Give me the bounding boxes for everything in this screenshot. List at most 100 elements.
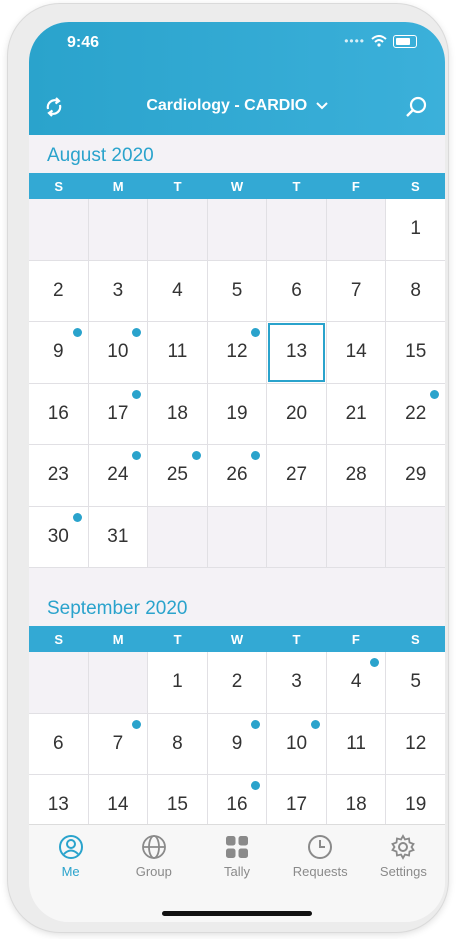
tab-me[interactable]: Me [29, 825, 112, 922]
empty-day-cell [326, 506, 386, 567]
day-number: 6 [291, 279, 302, 301]
day-cell[interactable]: 14 [88, 775, 148, 825]
day-cell[interactable]: 19 [386, 775, 445, 825]
day-cell[interactable]: 7 [326, 260, 386, 321]
clock-icon [307, 834, 333, 860]
event-indicator-dot [251, 719, 261, 729]
search-button[interactable] [401, 92, 431, 122]
day-cell[interactable]: 29 [386, 445, 445, 506]
day-cell[interactable]: 24 [88, 445, 148, 506]
app-header: 9:46 •••• Cardiology - CARDIO [29, 22, 445, 135]
day-cell[interactable]: 12 [386, 713, 445, 774]
month-spacer [29, 568, 445, 588]
day-cell[interactable]: 31 [88, 506, 148, 567]
day-cell[interactable]: 16 [29, 383, 88, 444]
day-cell[interactable]: 8 [386, 260, 445, 321]
day-cell[interactable]: 1 [148, 652, 207, 713]
day-cell[interactable]: 20 [267, 383, 326, 444]
day-cell[interactable]: 2 [207, 652, 267, 713]
day-number: 21 [345, 402, 367, 424]
day-cell[interactable]: 28 [326, 445, 386, 506]
department-selector[interactable]: Cardiology - CARDIO [29, 97, 445, 115]
globe-icon [141, 834, 167, 860]
tab-settings[interactable]: Settings [362, 825, 445, 922]
day-number: 2 [231, 671, 243, 693]
day-cell[interactable]: 25 [148, 445, 207, 506]
empty-day-cell [88, 652, 148, 713]
day-cell[interactable]: 2 [29, 260, 88, 321]
day-cell[interactable]: 16 [207, 775, 267, 825]
day-cell[interactable]: 14 [326, 322, 386, 383]
empty-day-cell [29, 652, 88, 713]
day-cell[interactable]: 26 [207, 445, 267, 506]
day-number: 9 [231, 732, 243, 754]
day-cell[interactable]: 11 [326, 713, 386, 774]
day-cell[interactable]: 23 [29, 445, 88, 506]
day-cell[interactable]: 22 [386, 383, 445, 444]
event-indicator-dot [132, 719, 142, 729]
day-cell[interactable]: 30 [29, 506, 88, 567]
day-number: 13 [47, 794, 69, 816]
weekday-label: S [54, 178, 64, 194]
day-cell[interactable]: 18 [326, 775, 386, 825]
status-icons: •••• [344, 34, 417, 48]
day-number: 17 [107, 402, 129, 424]
month-title: September 2020 [47, 598, 188, 619]
day-cell[interactable]: 12 [207, 322, 267, 383]
tab-label: Me [61, 864, 80, 879]
day-number: 2 [52, 279, 64, 301]
status-time: 9:46 [67, 34, 100, 51]
day-number: 28 [345, 464, 367, 486]
day-cell[interactable]: 15 [386, 322, 445, 383]
day-number: 15 [405, 341, 427, 363]
empty-day-cell [267, 506, 326, 567]
weekday-label: M [112, 178, 124, 194]
chevron-down-icon [315, 102, 328, 110]
day-cell[interactable]: 13 [29, 775, 88, 825]
signal-icon: •••• [344, 34, 365, 48]
day-cell[interactable]: 18 [148, 383, 207, 444]
day-cell[interactable]: 17 [88, 383, 148, 444]
day-cell[interactable]: 11 [148, 322, 207, 383]
weekday-label: T [292, 178, 301, 194]
day-cell[interactable]: 17 [267, 775, 326, 825]
calendar-scroll[interactable]: August 2020 S M T W T F S 1 2 3 4 5 6 7 8 9 10 11 12 13 14 15 1… [29, 135, 445, 825]
day-cell[interactable]: 15 [148, 775, 207, 825]
weekday-label: S [410, 631, 420, 647]
empty-day-cell [326, 199, 386, 260]
day-cell[interactable]: 27 [267, 445, 326, 506]
day-cell[interactable]: 1 [386, 199, 445, 260]
day-cell[interactable]: 3 [267, 652, 326, 713]
day-cell[interactable]: 7 [88, 713, 148, 774]
today-cell[interactable]: 13 [267, 322, 326, 383]
tab-tally[interactable]: Tally [195, 825, 278, 922]
day-number: 26 [226, 464, 248, 486]
weekday-label: T [173, 631, 182, 647]
calendar-grid: 1 2 3 4 5 6 7 8 9 10 11 12 13 14 15 16 17 18 19 [29, 652, 445, 825]
day-number: 14 [345, 341, 367, 363]
day-cell[interactable]: 9 [29, 322, 88, 383]
day-cell[interactable]: 10 [88, 322, 148, 383]
day-cell[interactable]: 4 [326, 652, 386, 713]
day-cell[interactable]: 10 [267, 713, 326, 774]
day-cell[interactable]: 9 [207, 713, 267, 774]
day-cell[interactable]: 21 [326, 383, 386, 444]
weekday-header: SMTWTFS [29, 173, 445, 199]
tab-requests[interactable]: Requests [279, 825, 362, 922]
day-cell[interactable]: 6 [29, 713, 88, 774]
day-number: 5 [231, 279, 243, 301]
day-cell[interactable]: 6 [267, 260, 326, 321]
day-cell[interactable]: 8 [148, 713, 207, 774]
day-number: 10 [285, 732, 308, 754]
day-cell[interactable]: 4 [148, 260, 207, 321]
day-cell[interactable]: 5 [386, 652, 445, 713]
empty-day-cell [148, 199, 207, 260]
day-cell[interactable]: 5 [207, 260, 267, 321]
day-cell[interactable]: 19 [207, 383, 267, 444]
day-number: 20 [285, 402, 308, 424]
empty-day-cell [207, 199, 267, 260]
day-cell[interactable]: 3 [88, 260, 148, 321]
tab-group[interactable]: Group [112, 825, 195, 922]
weekday-label: F [351, 631, 360, 647]
event-indicator-dot [251, 328, 261, 337]
